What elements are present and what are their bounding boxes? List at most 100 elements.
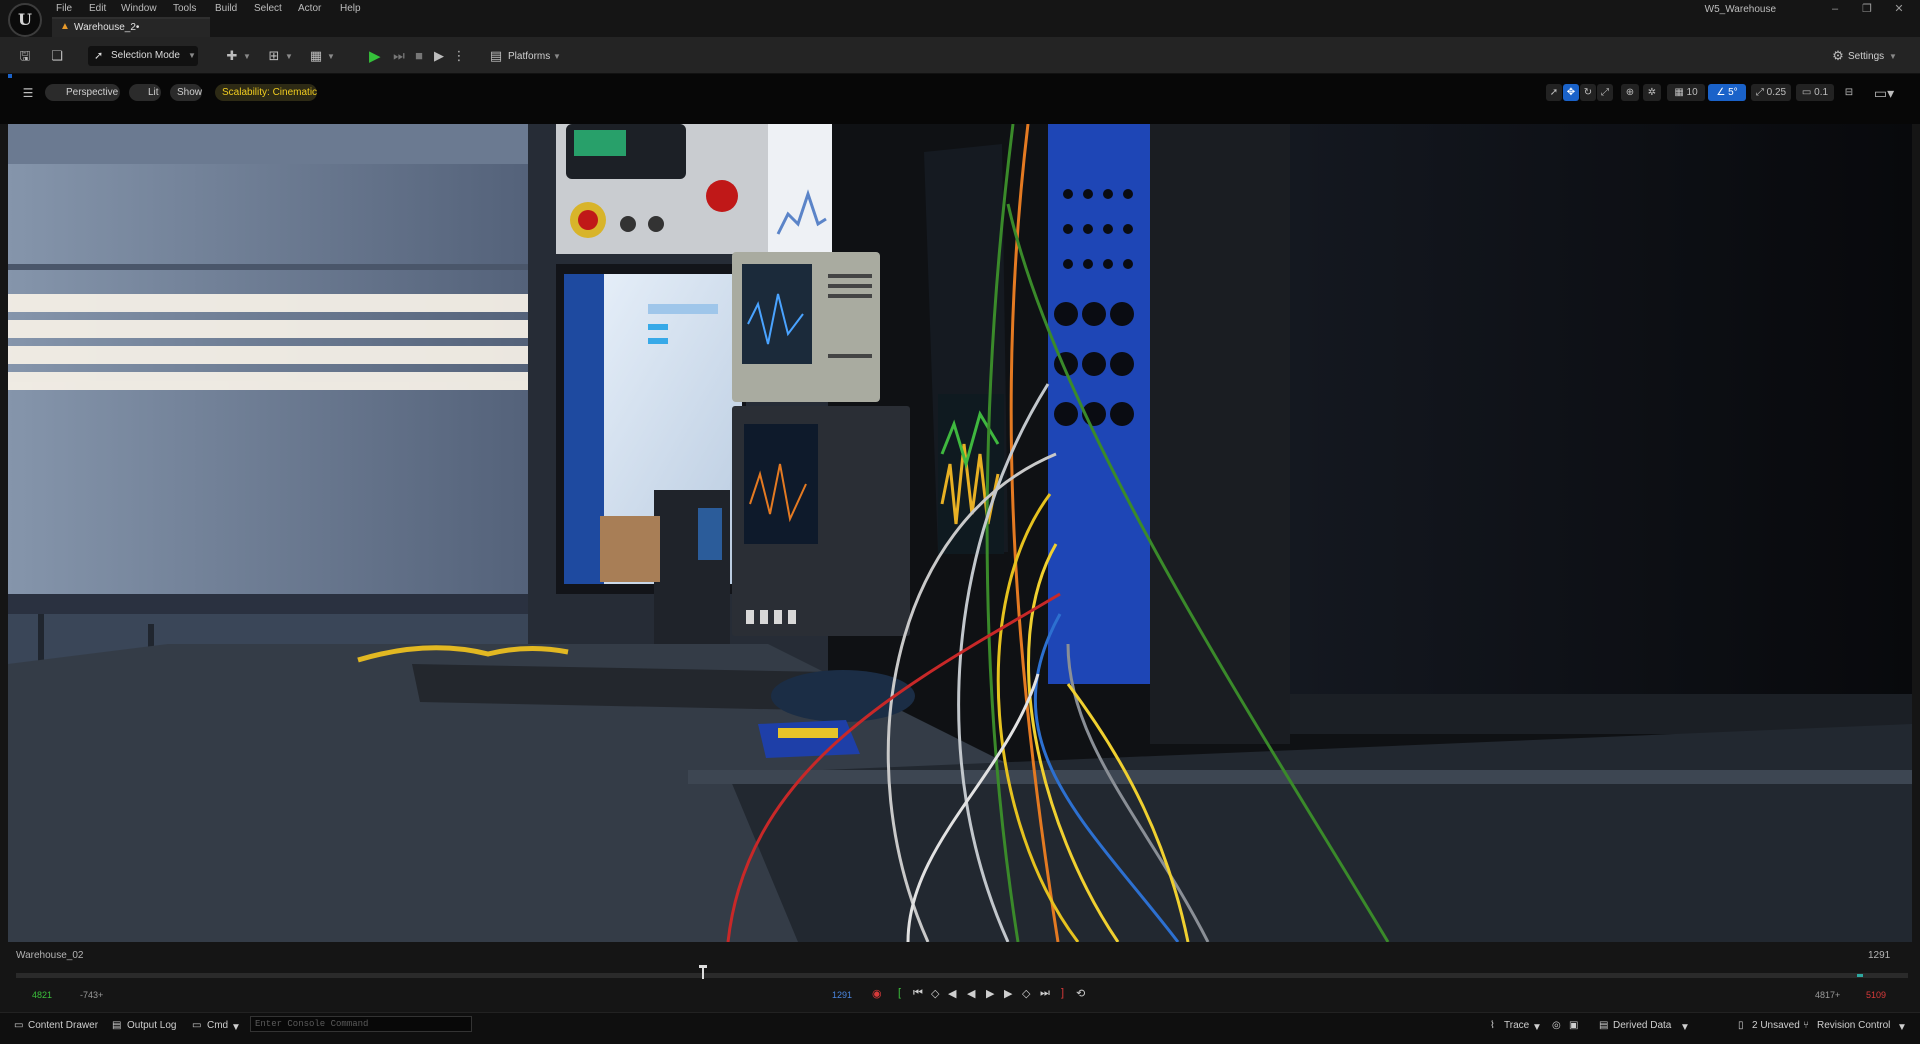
revision-control-dropdown[interactable]: Revision Control [1817,1020,1890,1031]
project-name: W5_Warehouse [1704,4,1776,15]
console-command-field[interactable] [250,1016,472,1032]
output-log-button[interactable]: Output Log [127,1020,176,1031]
surface-snap-icon[interactable]: ✲ [1643,84,1661,101]
menu-file[interactable]: File [56,3,72,14]
prev-key-icon[interactable]: ◇ [931,987,939,1000]
set-end-icon[interactable]: ] [1061,987,1064,999]
start-offset[interactable]: -743+ [80,990,103,1000]
lit-button[interactable]: Lit [129,84,161,101]
chevron-down-icon: ▼ [243,52,251,61]
trace-dropdown[interactable]: Trace [1504,1020,1529,1031]
unsaved-icon[interactable]: ▯ [1738,1020,1744,1031]
chevron-down-icon: ▼ [1889,52,1897,61]
select-tool-icon[interactable]: ➚ [1546,84,1562,101]
menu-build[interactable]: Build [215,3,237,14]
level-tab[interactable]: ▲ Warehouse_2• [52,17,210,37]
trace-icon[interactable]: ⌇ [1490,1020,1495,1031]
start-frame[interactable]: 4821 [32,990,52,1000]
save-icon[interactable]: 🖫 [15,46,35,66]
scale-tool-icon[interactable]: ⤢ [1597,84,1613,101]
perspective-button[interactable]: Perspective [45,84,120,101]
play-reverse-icon[interactable]: ◀ [967,987,975,1000]
record-icon[interactable]: ◉ [872,987,882,1000]
show-button[interactable]: Show [170,84,202,101]
hamburger-menu-icon[interactable]: ☰ [18,83,38,103]
step-forward-icon[interactable]: ▶ [1004,987,1012,1000]
gear-icon[interactable]: ⚙ [1828,46,1848,66]
play-forward-icon[interactable]: ▶ [986,987,994,1000]
menu-edit[interactable]: Edit [89,3,106,14]
scalability-badge[interactable]: Scalability: Cinematic [215,84,317,101]
cmd-icon[interactable]: ▭ [192,1020,201,1031]
content-browser-icon[interactable]: ❏ [47,46,67,66]
platforms-dropdown[interactable]: Platforms [508,51,550,62]
settings-dropdown[interactable]: Settings [1848,51,1884,62]
record-trace-icon[interactable]: ◎ [1552,1020,1561,1031]
derived-data-dropdown[interactable]: Derived Data [1613,1020,1671,1031]
level-icon: ▲ [60,21,70,32]
scalability-label: Scalability: Cinematic [222,87,318,98]
world-space-icon[interactable]: ⊕ [1621,84,1639,101]
set-start-icon[interactable]: [ [898,987,901,999]
timeline-track[interactable] [16,973,1908,978]
output-log-icon[interactable]: ▤ [112,1020,121,1031]
content-drawer-icon[interactable]: ▭ [14,1020,23,1031]
next-key-icon[interactable]: ◇ [1022,987,1030,1000]
unreal-logo-icon[interactable]: U [8,3,42,37]
level-viewport[interactable] [8,124,1912,942]
menu-window[interactable]: Window [121,3,157,14]
grid-snap-button[interactable]: ▦ 10 [1667,84,1705,101]
minimize-icon[interactable]: – [1822,1,1848,17]
scale-snap-button[interactable]: ⤢ 0.25 [1751,84,1791,101]
camera-speed-button[interactable]: ▭ 0.1 [1796,84,1834,101]
viewport-scene [8,124,1912,942]
console-input[interactable] [255,1018,465,1030]
title-bar [0,0,1920,32]
translate-tool-icon[interactable]: ✥ [1563,84,1579,101]
chevron-down-icon: ▼ [1897,1022,1907,1033]
menu-select[interactable]: Select [254,3,282,14]
cinematics-icon[interactable]: ▦ [306,46,326,66]
derived-data-icon[interactable]: ▤ [1599,1020,1608,1031]
show-label: Show [177,87,203,98]
playhead-cap [699,965,707,968]
playhead[interactable] [702,967,704,979]
chevron-down-icon: ▼ [327,52,335,61]
grid-snap-value: 10 [1686,87,1698,98]
loop-icon[interactable]: ⟲ [1076,987,1085,1000]
revision-control-icon[interactable]: ⑂ [1803,1020,1809,1031]
end-frame[interactable]: 4817+ [1815,990,1840,1000]
platforms-icon[interactable]: ▤ [486,46,506,66]
step-back-icon[interactable]: ◀ [948,987,956,1000]
sequence-name: Warehouse_02 [16,950,84,961]
end-frame-red[interactable]: 5109 [1866,990,1886,1000]
play-options-icon[interactable]: ▶ [429,46,449,66]
current-frame-field[interactable]: 1291 [832,990,852,1000]
content-drawer-button[interactable]: Content Drawer [28,1020,98,1031]
close-icon[interactable]: ✕ [1886,1,1912,17]
play-button-icon[interactable]: ▶ [369,47,381,65]
cmd-dropdown[interactable]: Cmd [207,1020,228,1031]
jump-start-icon[interactable]: ⏮ [913,987,923,1000]
viewport-options-icon[interactable]: ▭▾ [1864,85,1904,102]
timeline-end-marker [1857,974,1863,977]
more-options-icon[interactable]: ⋮ [449,46,469,66]
selection-mode-label: Selection Mode [111,50,180,61]
selection-mode-dropdown[interactable]: ➚ Selection Mode ▼ [88,46,198,66]
rotate-tool-icon[interactable]: ↻ [1580,84,1596,101]
chevron-down-icon: ▼ [231,1022,241,1033]
blueprint-icon[interactable]: ⊞ [264,46,284,66]
stop-icon[interactable]: ■ [409,46,429,66]
menu-actor[interactable]: Actor [298,3,321,14]
restore-icon[interactable]: ❐ [1854,1,1880,17]
jump-end-icon[interactable]: ⏭ [1040,987,1050,1000]
menu-tools[interactable]: Tools [173,3,196,14]
menu-help[interactable]: Help [340,3,361,14]
viewport-layout-icon[interactable]: ⊟ [1839,84,1859,101]
add-actor-icon[interactable]: ✚ [222,46,242,66]
lit-label: Lit [148,87,159,98]
advance-frame-icon[interactable]: ⏭ [389,46,409,66]
rotation-snap-button[interactable]: ∠ 5° [1708,84,1746,101]
screenshot-icon[interactable]: ▣ [1569,1020,1578,1031]
unsaved-count[interactable]: 2 Unsaved [1752,1020,1800,1031]
